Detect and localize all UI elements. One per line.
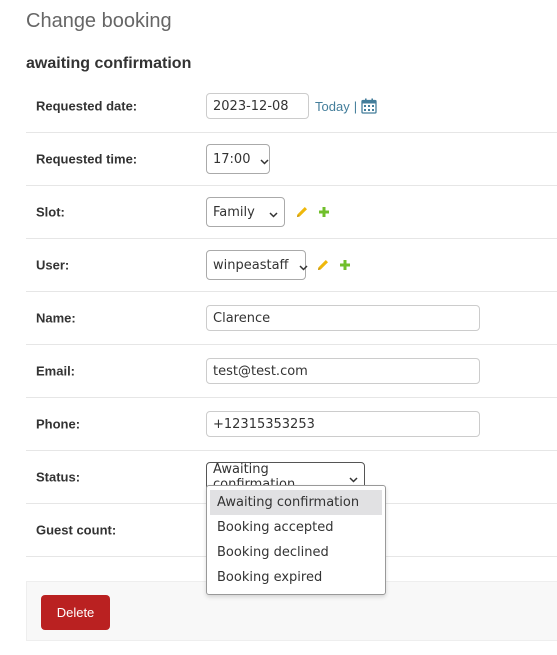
name-input[interactable]: Clarence — [206, 305, 480, 331]
user-select[interactable]: winpeastaff — [206, 250, 308, 280]
page-title: Change booking — [26, 10, 172, 32]
chevron-down-icon — [260, 155, 269, 165]
phone-row: Phone: +12315353253 — [26, 398, 557, 451]
slot-row: Slot: Family — [26, 186, 557, 239]
requested-date-label: Requested date: — [36, 98, 138, 114]
date-separator: | — [353, 98, 358, 114]
email-label: Email: — [36, 363, 76, 379]
slot-select[interactable]: Family — [206, 197, 285, 227]
phone-input[interactable]: +12315353253 — [206, 411, 480, 437]
status-option[interactable]: Awaiting confirmation — [210, 490, 382, 515]
requested-date-input[interactable]: 2023-12-08 — [206, 93, 309, 119]
status-dropdown: Awaiting confirmation Booking accepted B… — [206, 485, 386, 595]
calendar-icon[interactable] — [361, 98, 377, 114]
requested-time-label: Requested time: — [36, 151, 138, 167]
today-link[interactable]: Today — [315, 99, 350, 114]
plus-icon[interactable] — [338, 258, 352, 272]
slot-value: Family — [213, 204, 255, 220]
name-row: Name: Clarence — [26, 292, 557, 345]
delete-button[interactable]: Delete — [41, 595, 110, 630]
pencil-icon[interactable] — [295, 205, 309, 219]
requested-time-value: 17:00 — [213, 151, 251, 167]
status-option[interactable]: Booking accepted — [210, 515, 382, 540]
chevron-down-icon — [349, 473, 358, 483]
name-label: Name: — [36, 310, 76, 326]
chevron-down-icon — [269, 208, 278, 218]
chevron-down-icon — [298, 261, 308, 271]
requested-time-row: Requested time: 17:00 — [26, 133, 557, 186]
guest-count-label: Guest count: — [36, 522, 117, 538]
requested-date-row: Requested date: 2023-12-08 Today | — [26, 80, 557, 133]
status-option[interactable]: Booking declined — [210, 540, 382, 565]
user-value: winpeastaff — [213, 257, 289, 273]
email-row: Email: test@test.com — [26, 345, 557, 398]
status-option[interactable]: Booking expired — [210, 565, 382, 590]
status-label: Status: — [36, 469, 81, 485]
requested-time-select[interactable]: 17:00 — [206, 144, 270, 174]
slot-label: Slot: — [36, 204, 65, 220]
user-label: User: — [36, 257, 70, 273]
pencil-icon[interactable] — [316, 258, 330, 272]
email-input[interactable]: test@test.com — [206, 358, 480, 384]
phone-label: Phone: — [36, 416, 81, 432]
plus-icon[interactable] — [317, 205, 331, 219]
user-row: User: winpeastaff — [26, 239, 557, 292]
section-title: awaiting confirmation — [26, 55, 192, 72]
